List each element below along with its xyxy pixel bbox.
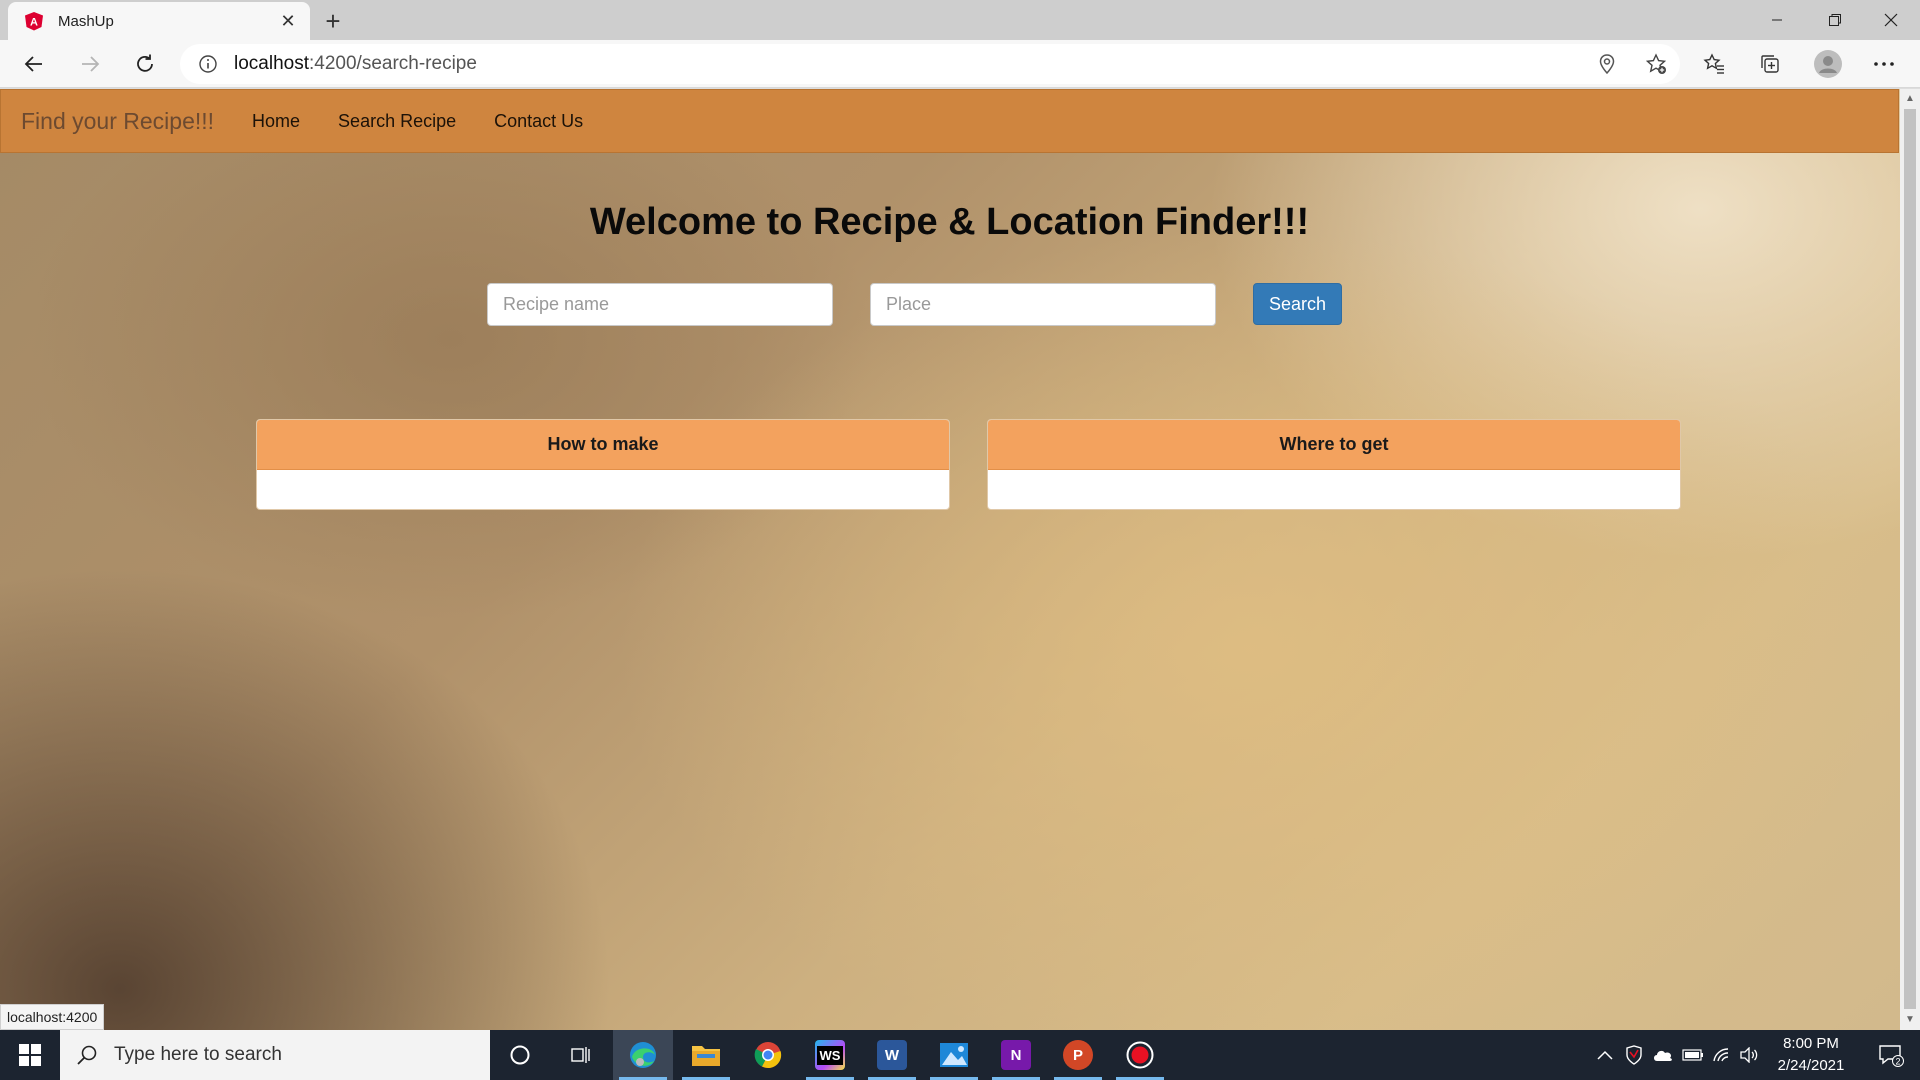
panel-heading: Where to get [988,420,1680,470]
scroll-thumb[interactable] [1904,109,1916,1009]
url-host: localhost [234,53,309,74]
back-icon[interactable] [14,44,54,84]
browser-tab-bar: A MashUp ✕ + [0,0,1920,40]
more-options-icon[interactable] [1864,44,1904,84]
restore-icon[interactable] [1806,0,1864,40]
close-window-icon[interactable] [1862,0,1920,40]
place-input[interactable]: Place [870,283,1216,326]
nav-search-recipe[interactable]: Search Recipe [338,111,456,132]
page-scrollbar[interactable]: ▲ ▼ [1900,89,1920,1030]
notification-count: 2 [1895,1057,1900,1067]
taskbar: Type here to search WS W N P 8:00 PM 2/2… [0,1030,1920,1080]
panel-heading: How to make [257,420,949,470]
url-path: :4200/search-recipe [309,53,477,74]
file-explorer-icon[interactable] [676,1030,736,1080]
clock-time: 8:00 PM [1783,1035,1839,1052]
angular-icon: A [25,12,43,31]
location-icon[interactable] [1595,52,1619,76]
how-to-make-panel: How to make [256,419,950,510]
browser-toolbar: localhost:4200/search-recipe [0,40,1920,88]
edge-icon[interactable] [613,1030,673,1080]
url-text: localhost:4200/search-recipe [234,53,477,75]
brand-link[interactable]: Find your Recipe!!! [21,108,214,135]
profile-avatar[interactable] [1808,44,1848,84]
word-icon[interactable]: W [862,1030,922,1080]
new-tab-button[interactable]: + [318,6,348,36]
minimize-icon[interactable] [1748,0,1806,40]
volume-icon[interactable] [1736,1030,1762,1080]
refresh-icon[interactable] [125,44,165,84]
status-url-tooltip: localhost:4200 [0,1004,105,1030]
notifications-icon[interactable]: 2 [1866,1030,1916,1080]
info-icon[interactable] [198,54,218,74]
svg-text:A: A [30,17,38,29]
forward-icon[interactable] [70,44,110,84]
favorites-icon[interactable] [1694,44,1734,84]
show-hidden-icons-chevron-icon[interactable] [1590,1030,1620,1080]
taskbar-search-box[interactable]: Type here to search [60,1030,490,1080]
windows-start-icon[interactable] [0,1030,60,1080]
scroll-down-icon[interactable]: ▼ [1904,1014,1916,1026]
photos-icon[interactable] [924,1030,984,1080]
taskbar-clock[interactable]: 8:00 PM 2/24/2021 [1760,1030,1862,1080]
nav-contact-us[interactable]: Contact Us [494,111,583,132]
taskbar-search-placeholder: Type here to search [114,1044,282,1065]
recipe-name-input[interactable]: Recipe name [487,283,833,326]
app-navbar: Find your Recipe!!! Home Search Recipe C… [0,89,1899,153]
search-button[interactable]: Search [1253,283,1342,325]
battery-icon[interactable] [1678,1030,1708,1080]
onedrive-cloud-icon[interactable] [1648,1030,1678,1080]
onenote-icon[interactable]: N [986,1030,1046,1080]
close-tab-icon[interactable]: ✕ [274,7,302,35]
tab-title: MashUp [58,12,114,30]
search-icon [77,1045,97,1065]
browser-tab[interactable]: A MashUp ✕ [8,2,310,40]
webstorm-icon[interactable]: WS [800,1030,860,1080]
recorder-icon[interactable] [1110,1030,1170,1080]
chrome-icon[interactable] [738,1030,798,1080]
add-favorite-icon[interactable] [1644,52,1668,76]
powerpoint-icon[interactable]: P [1048,1030,1108,1080]
nav-home[interactable]: Home [252,111,300,132]
where-to-get-panel: Where to get [987,419,1681,510]
wifi-icon[interactable] [1708,1030,1736,1080]
security-shield-icon[interactable] [1620,1030,1648,1080]
address-bar[interactable]: localhost:4200/search-recipe [180,44,1680,84]
cortana-icon[interactable] [490,1030,550,1080]
scroll-up-icon[interactable]: ▲ [1904,93,1916,105]
page-title: Welcome to Recipe & Location Finder!!! [589,201,1310,243]
task-view-icon[interactable] [550,1030,610,1080]
clock-date: 2/24/2021 [1777,1057,1845,1074]
collections-icon[interactable] [1750,44,1790,84]
page-viewport: Find your Recipe!!! Home Search Recipe C… [0,89,1900,1030]
